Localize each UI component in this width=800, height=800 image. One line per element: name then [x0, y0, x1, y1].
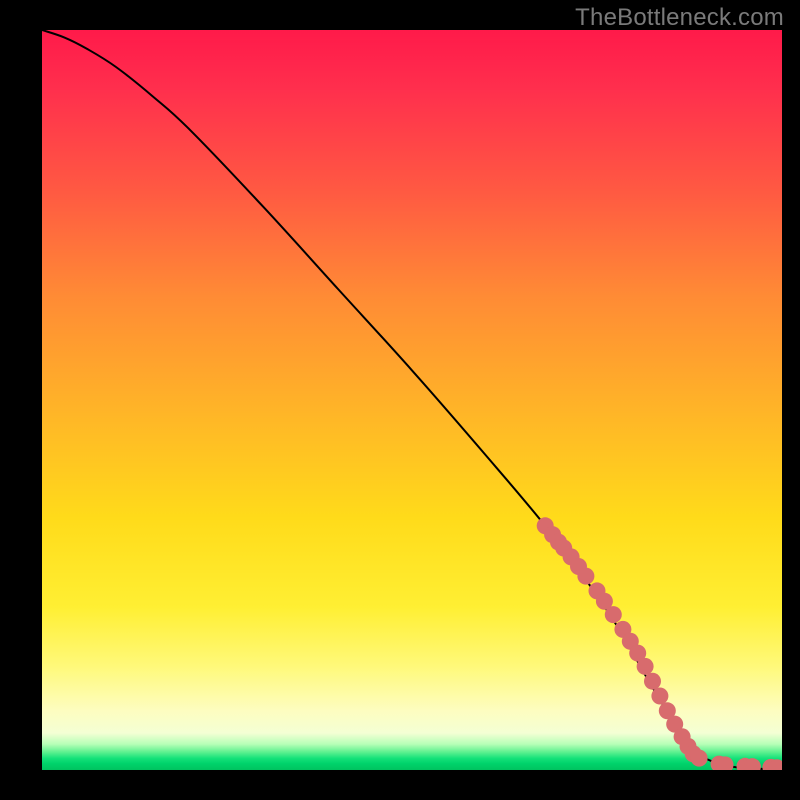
data-point	[651, 688, 668, 705]
scatter-dots	[537, 517, 782, 770]
data-point	[577, 568, 594, 585]
data-point	[605, 606, 622, 623]
bottleneck-curve	[42, 30, 782, 769]
data-point	[637, 658, 654, 675]
attribution-text: TheBottleneck.com	[575, 4, 784, 32]
data-point	[644, 673, 661, 690]
plot-area	[42, 30, 782, 770]
data-point	[691, 750, 708, 767]
chart-svg	[42, 30, 782, 770]
chart-frame: TheBottleneck.com	[0, 0, 800, 800]
